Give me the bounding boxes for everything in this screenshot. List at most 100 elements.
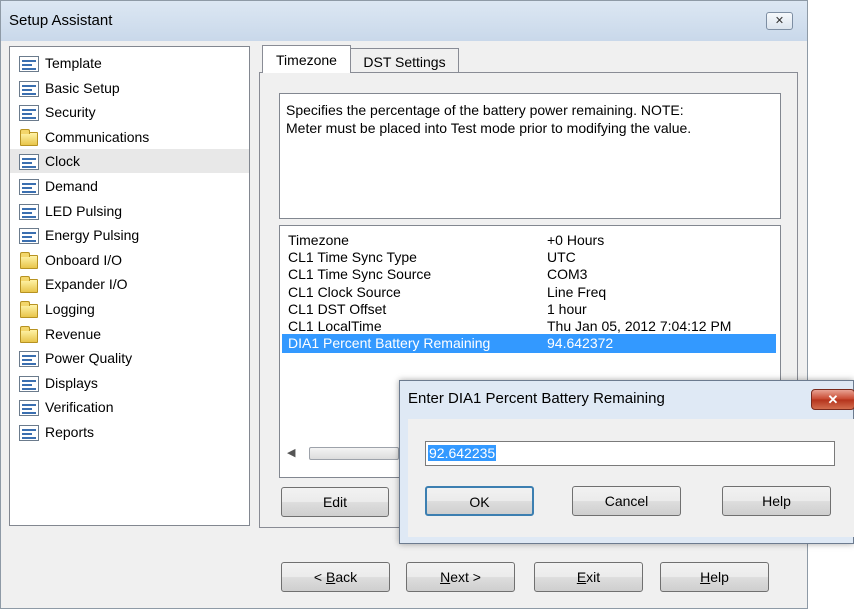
- window-close-button[interactable]: ✕: [766, 12, 793, 30]
- document-icon: [19, 154, 39, 171]
- dialog-close-button[interactable]: ✕: [811, 389, 854, 410]
- nav-item[interactable]: Clock: [10, 149, 249, 174]
- settings-row[interactable]: CL1 Time Sync Source COM3: [282, 265, 776, 284]
- nav-item[interactable]: Verification: [10, 395, 249, 419]
- document-icon: [19, 105, 39, 122]
- setting-value: +0 Hours: [547, 232, 605, 248]
- enter-value-dialog: Enter DIA1 Percent Battery Remaining ✕ 9…: [399, 380, 854, 544]
- title-bar: Setup Assistant ✕: [1, 1, 807, 41]
- next-button-label: ext >: [450, 569, 481, 585]
- next-button-mnemonic: N: [440, 569, 451, 585]
- help-button-mnemonic: H: [700, 569, 711, 585]
- document-icon: [19, 425, 39, 441]
- setting-value: 94.642372: [547, 335, 614, 352]
- back-button-mnemonic: B: [325, 569, 336, 585]
- nav-item-label: Demand: [45, 178, 98, 194]
- nav-item-label: Basic Setup: [45, 79, 120, 96]
- document-icon: [19, 56, 39, 72]
- horizontal-scrollbar[interactable]: ◀: [284, 445, 404, 463]
- setting-name: CL1 Time Sync Source: [288, 266, 432, 283]
- dialog-title: Enter DIA1 Percent Battery Remaining: [408, 390, 665, 407]
- battery-value-input[interactable]: 92.642235: [425, 441, 835, 466]
- edit-button-label: Edit: [322, 494, 348, 510]
- document-icon: [19, 80, 39, 97]
- nav-item[interactable]: Expander I/O: [10, 272, 249, 296]
- nav-item-label: Onboard I/O: [45, 251, 123, 268]
- settings-row[interactable]: CL1 Time Sync Type UTC: [282, 248, 776, 267]
- nav-item[interactable]: Onboard I/O: [10, 248, 249, 272]
- tab-dst-settings[interactable]: DST Settings: [350, 48, 459, 73]
- nav-item-label: Energy Pulsing: [45, 227, 140, 244]
- dialog-help-button[interactable]: Help: [722, 486, 831, 516]
- settings-row[interactable]: DIA1 Percent Battery Remaining 94.642372: [282, 334, 776, 354]
- nav-item-label: Displays: [45, 374, 98, 391]
- settings-row[interactable]: Timezone +0 Hours: [282, 231, 776, 250]
- ok-button[interactable]: OK: [425, 486, 534, 516]
- back-button[interactable]: < Back: [281, 562, 390, 592]
- close-icon: ✕: [774, 15, 785, 27]
- exit-button-mnemonic: E: [576, 569, 587, 585]
- nav-item[interactable]: Communications: [10, 125, 249, 149]
- tab-timezone-label: Timezone: [276, 52, 337, 68]
- nav-item-label: Template: [45, 55, 102, 71]
- document-icon: [19, 179, 39, 195]
- description-line-2: Meter must be placed into Test mode prio…: [286, 120, 692, 136]
- setting-name: CL1 Time Sync Type: [288, 249, 417, 266]
- folder-icon: [20, 276, 38, 294]
- nav-item-label: Verification: [45, 399, 114, 416]
- description-box: Specifies the percentage of the battery …: [279, 93, 781, 219]
- document-icon: [19, 351, 39, 368]
- folder-icon: [20, 251, 38, 269]
- nav-item[interactable]: Template: [10, 51, 249, 75]
- nav-item[interactable]: Displays: [10, 371, 249, 395]
- exit-button[interactable]: Exit: [534, 562, 643, 592]
- setting-name: CL1 Clock Source: [288, 283, 401, 300]
- cancel-button-label: Cancel: [604, 493, 649, 509]
- battery-value-text: 92.642235: [428, 445, 497, 461]
- folder-icon: [20, 301, 38, 318]
- document-icon: [19, 400, 39, 417]
- nav-item-label: Logging: [45, 301, 95, 317]
- nav-item-label: Expander I/O: [45, 276, 128, 293]
- back-button-prefix: <: [313, 569, 326, 585]
- tab-dst-settings-label: DST Settings: [363, 54, 446, 70]
- nav-item[interactable]: LED Pulsing: [10, 199, 249, 223]
- dialog-help-button-label: Help: [762, 493, 791, 509]
- setting-value: Line Freq: [547, 283, 607, 300]
- nav-item[interactable]: Reports: [10, 420, 249, 444]
- nav-item[interactable]: Basic Setup: [10, 76, 249, 100]
- setting-value: 1 hour: [547, 300, 587, 317]
- nav-item[interactable]: Security: [10, 100, 249, 124]
- tab-timezone[interactable]: Timezone: [262, 45, 351, 73]
- next-button[interactable]: Next >: [406, 562, 515, 592]
- scroll-thumb[interactable]: [309, 447, 399, 460]
- nav-item[interactable]: Revenue: [10, 322, 249, 346]
- folder-icon: [20, 128, 38, 146]
- nav-item[interactable]: Demand: [10, 174, 249, 198]
- exit-button-label: xit: [586, 569, 601, 585]
- settings-row[interactable]: CL1 DST Offset 1 hour: [282, 300, 776, 319]
- nav-item-label: Reports: [45, 424, 95, 440]
- scroll-left-icon[interactable]: ◀: [287, 446, 295, 459]
- nav-item-label: Power Quality: [45, 350, 133, 367]
- nav-item[interactable]: Energy Pulsing: [10, 223, 249, 247]
- edit-button[interactable]: Edit: [281, 487, 389, 517]
- setup-category-list[interactable]: Template Basic Setup Security Communication…: [9, 46, 250, 526]
- setting-value: Thu Jan 05, 2012 7:04:12 PM: [547, 318, 732, 334]
- setting-value: UTC: [547, 249, 576, 266]
- folder-icon: [20, 325, 38, 343]
- nav-item[interactable]: Power Quality: [10, 346, 249, 370]
- setting-name: CL1 DST Offset: [288, 300, 387, 317]
- setting-name: DIA1 Percent Battery Remaining: [288, 335, 491, 352]
- nav-item-label: Clock: [45, 153, 81, 170]
- document-icon: [19, 203, 39, 220]
- help-button[interactable]: Help: [660, 562, 769, 592]
- settings-row[interactable]: CL1 Clock Source Line Freq: [282, 283, 776, 302]
- nav-item[interactable]: Logging: [10, 297, 249, 321]
- document-icon: [19, 375, 39, 392]
- settings-row[interactable]: CL1 LocalTime Thu Jan 05, 2012 7:04:12 PM: [282, 317, 776, 336]
- setting-name: CL1 LocalTime: [288, 318, 382, 334]
- dialog-body: [408, 419, 854, 537]
- cancel-button[interactable]: Cancel: [572, 486, 681, 516]
- document-icon: [19, 228, 39, 245]
